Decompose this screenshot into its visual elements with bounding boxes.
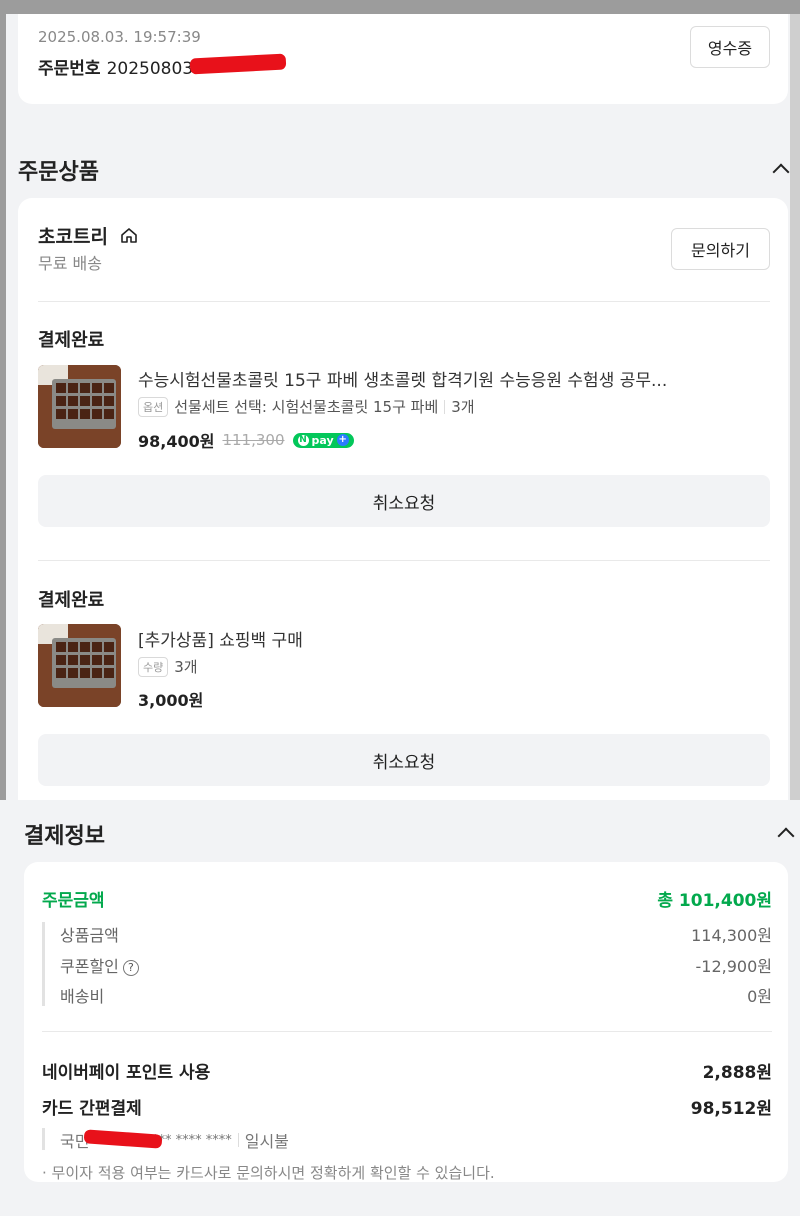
shipping-info: 무료 배송 (38, 254, 102, 273)
payment-card: 주문금액 총 101,400원 상품금액 114,300원 쿠폰할인? -12,… (24, 862, 788, 1182)
store-name[interactable]: 초코트리 (38, 222, 108, 249)
inquiry-button[interactable]: 문의하기 (671, 228, 770, 270)
price-line: 98,400원 111,300 Npay + (138, 428, 354, 452)
breakdown-value: -12,900원 (695, 957, 772, 976)
separator (237, 1133, 239, 1147)
order-number-value: 20250803 (106, 59, 194, 79)
divider (42, 1031, 772, 1032)
breakdown-bar (42, 922, 45, 1006)
order-number: 주문번호 20250803 (38, 54, 193, 79)
question-icon[interactable]: ? (122, 959, 139, 976)
product-thumbnail[interactable] (38, 365, 121, 448)
installment-note: · 무이자 적용 여부는 카드사로 문의하시면 정확하게 확인할 수 있습니다. (42, 1164, 495, 1182)
chevron-up-icon[interactable] (772, 163, 790, 181)
breakdown-row: 쿠폰할인? -12,900원 (60, 953, 772, 977)
card-payment-label: 카드 간편결제 (42, 1099, 142, 1119)
order-amount-label: 주문금액 (42, 891, 105, 911)
quantity-text: 3개 (174, 658, 198, 676)
separator (444, 399, 446, 414)
original-price: 111,300 (222, 431, 285, 449)
item-status: 결제완료 (38, 590, 105, 611)
cancel-request-button[interactable]: 취소요청 (38, 734, 770, 786)
receipt-button[interactable]: 영수증 (690, 26, 770, 68)
divider (38, 560, 770, 561)
breakdown-value: 0원 (747, 987, 772, 1006)
breakdown-row: 상품금액 114,300원 (60, 922, 772, 946)
price-line: 3,000원 (138, 687, 203, 711)
product-option: 수량 3개 (138, 656, 198, 677)
point-row: 네이버페이 포인트 사용 2,888원 (42, 1058, 772, 1083)
product-name[interactable]: 수능시험선물초콜릿 15구 파베 생초콜렛 합격기원 수능응원 수험생 공무..… (138, 366, 758, 391)
home-icon[interactable] (120, 226, 138, 244)
card-payment-value: 98,512원 (690, 1099, 772, 1119)
products-card: 초코트리 무료 배송 문의하기 결제완료 수능시험선물초콜릿 15구 파베 생초… (18, 198, 788, 838)
product-price: 3,000원 (138, 691, 204, 710)
option-tag: 옵션 (138, 396, 169, 417)
breakdown-label: 쿠폰할인 (60, 957, 119, 976)
card-info-bar (42, 1128, 45, 1150)
products-section-title: 주문상품 (18, 160, 99, 185)
card-plan: 일시불 (244, 1132, 289, 1151)
breakdown-value: 114,300원 (691, 926, 772, 945)
npay-plus-badge: Npay + (292, 432, 354, 448)
breakdown-label: 배송비 (60, 987, 105, 1006)
breakdown-row: 배송비 0원 (60, 983, 772, 1007)
window-frame-top (0, 0, 800, 14)
cancel-request-button[interactable]: 취소요청 (38, 475, 770, 527)
point-label: 네이버페이 포인트 사용 (42, 1063, 211, 1083)
quantity-text: 3개 (451, 398, 475, 416)
product-price: 98,400원 (138, 432, 215, 451)
scrollbar[interactable] (790, 14, 800, 814)
npay-label: pay (311, 433, 334, 447)
option-text: 선물세트 선택: 시험선물초콜릿 15구 파베 (174, 398, 439, 416)
breakdown-label: 상품금액 (60, 926, 119, 945)
product-name[interactable]: [추가상품] 쇼핑백 구매 (138, 626, 758, 651)
payment-section-title: 결제정보 (24, 824, 105, 849)
product-option: 옵션 선물세트 선택: 시험선물초콜릿 15구 파베 3개 (138, 396, 475, 417)
product-thumbnail[interactable] (38, 624, 121, 707)
card-payment-row: 카드 간편결제 98,512원 (42, 1094, 772, 1119)
order-datetime: 2025.08.03. 19:57:39 (38, 28, 201, 46)
point-value: 2,888원 (702, 1063, 772, 1083)
divider (38, 301, 770, 302)
quantity-tag: 수량 (138, 656, 169, 677)
order-header-card: 2025.08.03. 19:57:39 주문번호 20250803 영수증 (18, 14, 788, 104)
order-number-label: 주문번호 (38, 59, 101, 79)
order-amount-row: 주문금액 총 101,400원 (42, 886, 772, 911)
window-frame-left (0, 14, 6, 814)
redaction-mark (189, 53, 287, 75)
order-amount-value: 총 101,400원 (657, 891, 772, 911)
item-status: 결제완료 (38, 330, 105, 351)
